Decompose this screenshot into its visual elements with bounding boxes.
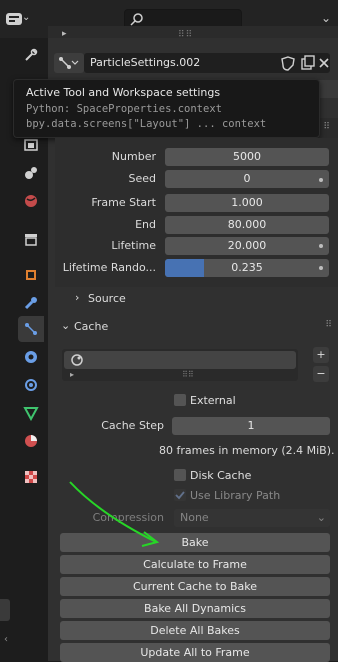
collapse-arrow-icon: ⌄ [61,319,71,332]
tab-particles[interactable] [18,316,44,342]
disk-cache-label: Disk Cache [190,469,252,482]
cache-step-row: Cache Step 1 [60,417,330,435]
tab-modifiers[interactable] [18,290,44,316]
tab-object[interactable] [18,262,44,288]
green-annotation-arrow [69,481,160,547]
seed-field[interactable]: 0 [165,170,329,188]
expand-triangle-icon[interactable]: ▸ [70,370,74,379]
cache-step-field[interactable]: 1 [172,417,330,435]
use-library-path-row[interactable]: Use Library Path [174,489,324,503]
tooltip-title: Active Tool and Workspace settings [26,86,221,99]
cache-label: Cache [74,320,109,333]
drag-handle-icon[interactable]: ⠿ [323,122,330,132]
tab-object-data[interactable] [18,400,44,426]
render-icon [24,139,38,151]
frame-start-field[interactable]: 1.000 [165,194,329,212]
editor-type-selector[interactable]: ⌄ [4,9,54,29]
particle-settings-id-block[interactable]: ParticleSettings.002 [54,53,332,74]
lifetime-label: Lifetime [111,239,156,252]
particle-settings-browse-button[interactable] [54,53,84,73]
use-library-path-label: Use Library Path [190,489,281,502]
particles-icon [59,57,79,69]
calculate-to-frame-button[interactable]: Calculate to Frame [60,555,330,574]
cache-panel-header[interactable]: ⌄ Cache ⠿ [55,316,338,336]
tab-physics[interactable] [18,344,44,370]
lifetime-random-value: 0.235 [231,261,263,274]
tab-material[interactable] [18,428,44,454]
lifetime-field[interactable]: 20.000 [165,237,329,255]
tool-wrench-icon [25,48,38,61]
tab-world[interactable] [18,188,44,214]
drag-handle-icon[interactable]: ⠿⠿ [182,370,194,379]
checkmark-icon [175,491,185,500]
properties-editor-icon [6,13,22,25]
tooltip: Active Tool and Workspace settings Pytho… [13,79,320,138]
physics-icon [25,351,37,363]
compression-dropdown[interactable]: None ⌄ [174,509,330,527]
chevron-down-icon: ⌄ [22,12,31,23]
constraints-icon [25,379,37,391]
collection-icon [25,234,37,246]
point-cache-list[interactable]: ▸ ⠿⠿ [62,349,298,381]
expand-arrow-icon: › [75,291,80,304]
external-label: External [190,394,236,407]
duplicate-icon[interactable] [300,55,316,71]
tab-collection[interactable] [18,226,44,252]
cache-item-icon [71,354,83,366]
lifetime-random-label: Lifetime Rando... [62,261,156,274]
disk-cache-checkbox-row[interactable]: Disk Cache [174,469,314,483]
close-icon[interactable] [316,55,332,71]
update-all-to-frame-button[interactable]: Update All to Frame [60,643,330,662]
number-field[interactable]: 5000 [165,148,329,166]
list-item[interactable] [64,351,296,369]
source-label: Source [88,292,126,305]
keyframe-dot-icon[interactable] [319,178,323,182]
object-icon [26,270,36,280]
tab-tool[interactable] [18,42,44,68]
drag-handle-icon[interactable]: ⠿ [325,320,332,330]
source-subpanel-header[interactable]: › Source [55,287,338,309]
compression-value: None [180,511,209,524]
material-icon [25,435,37,447]
remove-cache-button[interactable]: − [313,366,329,382]
cache-memory-info: 80 frames in memory (2.4 MiB). [159,444,335,457]
frame-start-label: Frame Start [91,196,156,209]
end-label: End [135,218,156,231]
tab-constraints[interactable] [18,372,44,398]
delete-all-bakes-button[interactable]: Delete All Bakes [60,621,330,640]
current-cache-to-bake-button[interactable]: Current Cache to Bake [60,577,330,596]
tooltip-python: Python: SpaceProperties.context [26,103,222,115]
bake-all-dynamics-button[interactable]: Bake All Dynamics [60,599,330,618]
fake-user-shield-icon[interactable] [280,55,296,71]
disk-cache-checkbox[interactable] [174,469,186,481]
keyframe-dot-icon[interactable] [319,244,323,248]
tooltip-path: bpy.data.screens["Layout"] ... context [26,118,267,130]
scene-icon [25,167,37,179]
external-checkbox-row[interactable]: External [174,394,314,408]
lifetime-random-slider[interactable]: 0.235 [165,259,329,277]
particles-icon [25,323,37,335]
end-field[interactable]: 80.000 [165,216,329,234]
tab-texture[interactable] [18,464,44,490]
add-cache-button[interactable]: + [313,347,329,363]
tab-scene[interactable] [18,160,44,186]
mesh-data-icon [23,407,39,421]
collapse-left-icon[interactable]: ‹ [4,634,8,645]
external-checkbox[interactable] [174,394,186,406]
use-library-path-checkbox[interactable] [174,489,186,501]
keyframe-dot-icon[interactable] [319,266,323,270]
chevron-down-icon: ⌄ [316,511,326,524]
number-label: Number [111,150,156,163]
side-panel-edge[interactable] [0,599,10,621]
cache-step-label: Cache Step [101,419,164,432]
world-icon [25,195,37,207]
slider-fill [165,259,204,277]
emission-settings-box: Number 5000 Seed 0 Frame Start 1.000 End… [55,138,338,294]
texture-checker-icon [25,471,37,483]
modifier-wrench-icon [24,297,37,310]
seed-label: Seed [128,172,157,185]
